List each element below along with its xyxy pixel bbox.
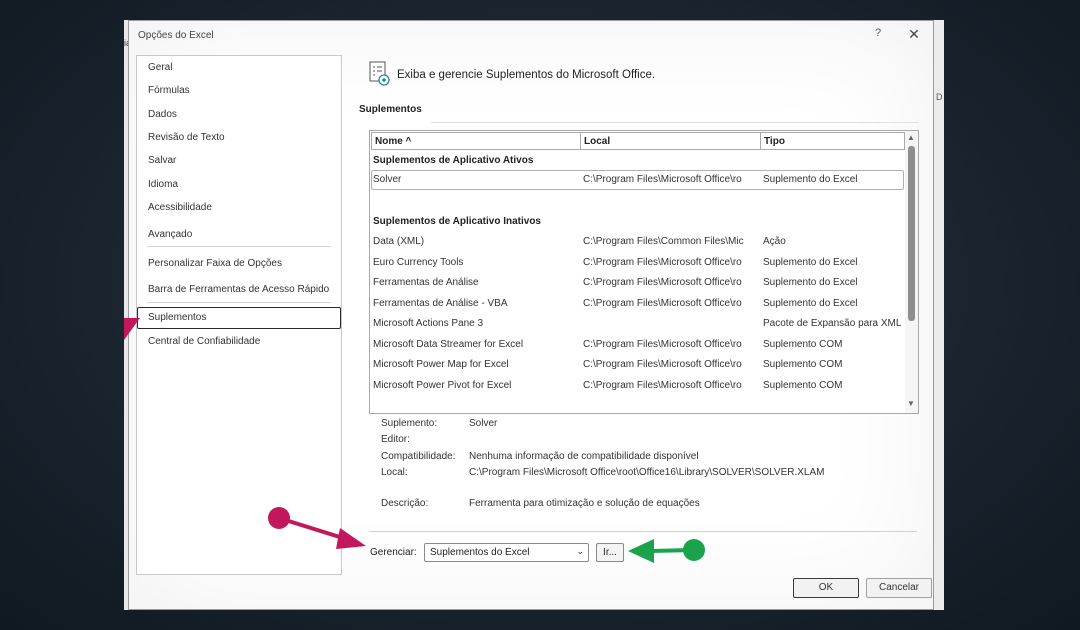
- detail-label-location: Local:: [381, 467, 408, 478]
- table-scrollbar[interactable]: ▲ ▼: [905, 131, 918, 413]
- nav-item-avancado[interactable]: Avançado: [137, 224, 341, 246]
- addin-name: Microsoft Data Streamer for Excel: [373, 339, 524, 350]
- addin-type: Suplemento do Excel: [763, 174, 858, 185]
- close-button[interactable]: ✕: [907, 26, 921, 43]
- table-row[interactable]: Solver C:\Program Files\Microsoft Office…: [371, 170, 904, 190]
- addin-location: C:\Program Files\Microsoft Office\ro: [583, 174, 742, 185]
- detail-value-description: Ferramenta para otimização e solução de …: [469, 498, 700, 509]
- addin-location: C:\Program Files\Microsoft Office\ro: [583, 257, 742, 268]
- detail-label-addin: Suplemento:: [381, 418, 438, 429]
- addin-name: Microsoft Power Pivot for Excel: [373, 380, 512, 391]
- nav-item-geral[interactable]: Geral: [137, 57, 341, 79]
- ok-button[interactable]: OK: [793, 578, 859, 598]
- detail-value-addin: Solver: [469, 418, 498, 429]
- table-row[interactable]: Microsoft Actions Pane 3 Pacote de Expan…: [371, 314, 904, 334]
- nav-item-revisao[interactable]: Revisão de Texto: [137, 127, 341, 149]
- manage-selected-value: Suplementos do Excel: [430, 547, 530, 558]
- addin-name: Microsoft Actions Pane 3: [373, 318, 484, 329]
- detail-value-compat: Nenhuma informação de compatibilidade di…: [469, 451, 699, 462]
- addin-location: C:\Program Files\Microsoft Office\ro: [583, 298, 742, 309]
- nav-item-personalizar-faixa[interactable]: Personalizar Faixa de Opções: [137, 253, 341, 275]
- manage-label: Gerenciar:: [370, 547, 417, 558]
- detail-label-description: Descrição:: [381, 498, 429, 509]
- detail-value-location: C:\Program Files\Microsoft Office\root\O…: [469, 467, 825, 478]
- detail-label-editor: Editor:: [381, 434, 410, 445]
- table-row[interactable]: Microsoft Power Map for Excel C:\Program…: [371, 355, 904, 375]
- nav-item-acessibilidade[interactable]: Acessibilidade: [137, 197, 341, 219]
- chevron-down-icon: ⌄: [576, 546, 584, 556]
- go-button[interactable]: Ir...: [596, 543, 624, 562]
- addin-location: C:\Program Files\Common Files\Mic: [583, 236, 744, 247]
- column-header-name[interactable]: Nome ^: [371, 132, 581, 150]
- section-divider: [431, 122, 919, 123]
- addin-type: Pacote de Expansão para XML: [763, 318, 902, 329]
- nav-divider: [147, 302, 331, 303]
- dialog-title: Opções do Excel: [138, 30, 214, 41]
- addin-location: C:\Program Files\Microsoft Office\ro: [583, 339, 742, 350]
- table-row[interactable]: Microsoft Data Streamer for Excel C:\Pro…: [371, 335, 904, 355]
- addin-location: C:\Program Files\Microsoft Office\ro: [583, 359, 742, 370]
- options-nav: Geral Fórmulas Dados Revisão de Texto Sa…: [136, 55, 342, 575]
- excel-background-right: D: [934, 20, 944, 610]
- page-header: Exiba e gerencie Suplementos do Microsof…: [397, 69, 656, 81]
- nav-item-salvar[interactable]: Salvar: [137, 150, 341, 172]
- title-bar: Opções do Excel ? ✕: [129, 21, 933, 51]
- addin-type: Suplemento do Excel: [763, 277, 858, 288]
- nav-item-dados[interactable]: Dados: [137, 104, 341, 126]
- scroll-down-icon[interactable]: ▼: [907, 399, 915, 408]
- addin-name: Data (XML): [373, 236, 425, 247]
- addin-name: Ferramentas de Análise - VBA: [373, 298, 508, 309]
- addin-name: Microsoft Power Map for Excel: [373, 359, 509, 370]
- table-row[interactable]: Data (XML) C:\Program Files\Common Files…: [371, 232, 904, 252]
- table-row[interactable]: Ferramentas de Análise - VBA C:\Program …: [371, 294, 904, 314]
- group-header-active: Suplementos de Aplicativo Ativos: [373, 155, 534, 166]
- addin-type: Suplemento do Excel: [763, 257, 858, 268]
- table-row[interactable]: Ferramentas de Análise C:\Program Files\…: [371, 273, 904, 293]
- addin-location: C:\Program Files\Microsoft Office\ro: [583, 380, 742, 391]
- group-header-inactive: Suplementos de Aplicativo Inativos: [373, 216, 541, 227]
- nav-item-suplementos[interactable]: Suplementos: [137, 307, 341, 329]
- excel-options-dialog: Opções do Excel ? ✕ Geral Fórmulas Dados…: [128, 20, 934, 610]
- addin-location: C:\Program Files\Microsoft Office\ro: [583, 277, 742, 288]
- addins-table: Nome ^ Local Tipo Suplementos de Aplicat…: [369, 130, 919, 414]
- addin-name: Ferramentas de Análise: [373, 277, 479, 288]
- section-title: Suplementos: [359, 104, 422, 115]
- table-row[interactable]: Microsoft Power Pivot for Excel C:\Progr…: [371, 376, 904, 396]
- addin-type: Suplemento COM: [763, 339, 843, 350]
- nav-divider: [147, 246, 331, 247]
- scroll-up-icon[interactable]: ▲: [907, 133, 915, 142]
- addin-type: Suplemento do Excel: [763, 298, 858, 309]
- nav-item-acesso-rapido[interactable]: Barra de Ferramentas de Acesso Rápido: [137, 279, 341, 301]
- table-row[interactable]: Euro Currency Tools C:\Program Files\Mic…: [371, 253, 904, 273]
- nav-item-idioma[interactable]: Idioma: [137, 174, 341, 196]
- addin-type: Suplemento COM: [763, 359, 843, 370]
- addin-name: Euro Currency Tools: [373, 257, 464, 268]
- column-header-location[interactable]: Local: [580, 132, 761, 150]
- addins-icon: [369, 61, 390, 86]
- scroll-thumb[interactable]: [908, 146, 915, 321]
- help-button[interactable]: ?: [871, 27, 885, 39]
- cancel-button[interactable]: Cancelar: [866, 578, 932, 598]
- addin-type: Ação: [763, 236, 786, 247]
- column-header-type[interactable]: Tipo: [760, 132, 905, 150]
- addin-type: Suplemento COM: [763, 380, 843, 391]
- manage-select[interactable]: Suplementos do Excel ⌄: [424, 543, 589, 562]
- footer-divider: [369, 531, 917, 532]
- addin-name: Solver: [373, 174, 402, 185]
- background-glyph: D: [936, 92, 943, 102]
- detail-label-compat: Compatibilidade:: [381, 451, 456, 462]
- nav-item-formulas[interactable]: Fórmulas: [137, 80, 341, 102]
- nav-item-central-confiabilidade[interactable]: Central de Confiabilidade: [137, 331, 341, 353]
